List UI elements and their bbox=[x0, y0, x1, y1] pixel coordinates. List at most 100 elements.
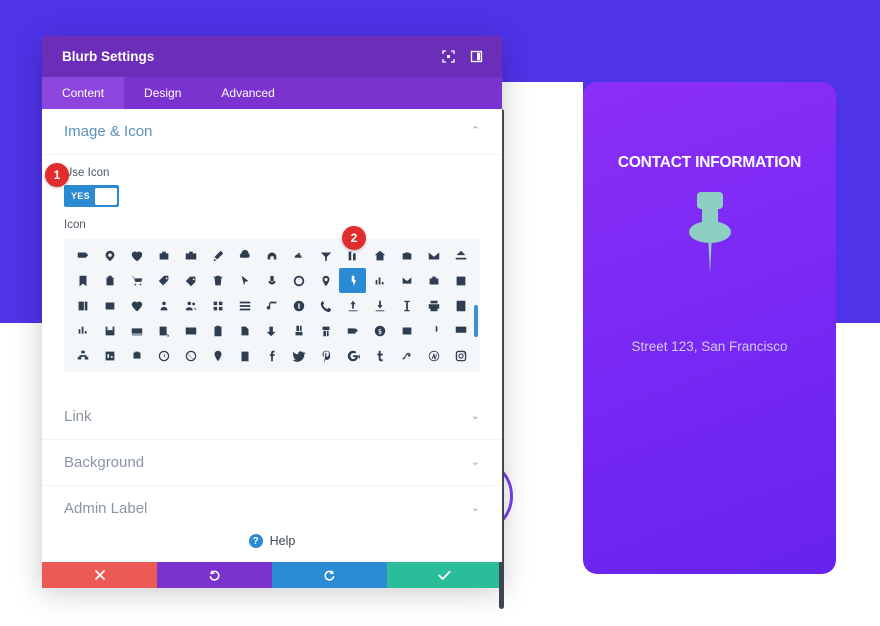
icon-option[interactable] bbox=[447, 343, 474, 368]
contact-card-title: CONTACT INFORMATION bbox=[617, 154, 802, 171]
icon-option[interactable] bbox=[259, 268, 286, 293]
icon-option[interactable] bbox=[70, 318, 97, 343]
tab-design[interactable]: Design bbox=[124, 77, 201, 109]
icon-option[interactable] bbox=[232, 343, 259, 368]
icon-option[interactable] bbox=[178, 318, 205, 343]
icon-option[interactable] bbox=[339, 318, 366, 343]
icon-option[interactable] bbox=[312, 343, 339, 368]
icon-option[interactable] bbox=[205, 243, 232, 268]
icon-option[interactable] bbox=[259, 343, 286, 368]
icon-option[interactable] bbox=[124, 343, 151, 368]
icon-option[interactable] bbox=[70, 343, 97, 368]
icon-option[interactable] bbox=[205, 343, 232, 368]
icon-option[interactable] bbox=[447, 318, 474, 343]
icon-option[interactable] bbox=[151, 243, 178, 268]
icon-option[interactable] bbox=[447, 293, 474, 318]
icon-option[interactable] bbox=[393, 243, 420, 268]
section-title: Image & Icon bbox=[64, 123, 153, 140]
icon-picker[interactable] bbox=[64, 239, 480, 372]
icon-option[interactable] bbox=[232, 318, 259, 343]
modal-header: Blurb Settings bbox=[42, 36, 502, 77]
icon-option[interactable] bbox=[178, 268, 205, 293]
icon-option[interactable] bbox=[366, 293, 393, 318]
icon-option[interactable] bbox=[312, 268, 339, 293]
icon-option[interactable] bbox=[420, 293, 447, 318]
icon-option[interactable] bbox=[124, 318, 151, 343]
cancel-button[interactable] bbox=[42, 562, 157, 588]
chevron-down-icon: ⌄ bbox=[470, 456, 480, 468]
layout-toggle-icon[interactable] bbox=[464, 45, 488, 69]
icon-option[interactable] bbox=[339, 343, 366, 368]
icon-option[interactable] bbox=[366, 343, 393, 368]
icon-option[interactable] bbox=[285, 318, 312, 343]
icon-option[interactable] bbox=[70, 243, 97, 268]
icon-option[interactable] bbox=[97, 268, 124, 293]
marker-2: 2 bbox=[342, 226, 366, 250]
icon-option-selected[interactable] bbox=[339, 268, 367, 293]
modal-body: Image & Icon ⌃ Use Icon YES Icon Link ⌄ … bbox=[42, 109, 502, 562]
icon-option[interactable] bbox=[447, 243, 474, 268]
icon-grid-scrollbar[interactable] bbox=[474, 305, 478, 337]
icon-option[interactable] bbox=[232, 293, 259, 318]
icon-option[interactable] bbox=[97, 293, 124, 318]
icon-option[interactable] bbox=[285, 293, 312, 318]
icon-option[interactable] bbox=[70, 293, 97, 318]
use-icon-toggle[interactable]: YES bbox=[64, 185, 119, 207]
icon-option[interactable] bbox=[366, 268, 393, 293]
icon-option[interactable] bbox=[312, 243, 339, 268]
icon-option[interactable] bbox=[124, 243, 151, 268]
icon-option[interactable] bbox=[97, 318, 124, 343]
fullscreen-icon[interactable] bbox=[436, 45, 460, 69]
icon-option[interactable] bbox=[205, 293, 232, 318]
icon-option[interactable] bbox=[151, 343, 178, 368]
icon-option[interactable] bbox=[420, 243, 447, 268]
icon-option[interactable] bbox=[393, 343, 420, 368]
icon-option[interactable] bbox=[232, 268, 259, 293]
icon-option[interactable] bbox=[259, 293, 286, 318]
icon-option[interactable] bbox=[124, 268, 151, 293]
icon-option[interactable] bbox=[124, 293, 151, 318]
toggle-knob bbox=[94, 187, 117, 205]
icon-option[interactable] bbox=[259, 318, 286, 343]
icon-option[interactable] bbox=[151, 268, 178, 293]
section-background[interactable]: Background ⌄ bbox=[42, 440, 502, 486]
redo-button[interactable] bbox=[272, 562, 387, 588]
icon-option[interactable] bbox=[151, 318, 178, 343]
icon-option[interactable] bbox=[393, 268, 420, 293]
icon-option[interactable] bbox=[393, 318, 420, 343]
icon-option[interactable] bbox=[420, 268, 447, 293]
icon-option[interactable] bbox=[447, 268, 474, 293]
map-pin-icon bbox=[583, 182, 836, 287]
icon-option[interactable] bbox=[178, 293, 205, 318]
modal-tabs: Content Design Advanced bbox=[42, 77, 502, 109]
icon-option[interactable] bbox=[205, 318, 232, 343]
icon-option[interactable] bbox=[151, 293, 178, 318]
modal-title: Blurb Settings bbox=[62, 49, 155, 64]
icon-option[interactable] bbox=[285, 268, 312, 293]
icon-option[interactable] bbox=[312, 293, 339, 318]
icon-option[interactable] bbox=[97, 343, 124, 368]
help-button[interactable]: ? Help bbox=[42, 520, 502, 562]
tab-content[interactable]: Content bbox=[42, 77, 125, 109]
icon-option[interactable] bbox=[312, 318, 339, 343]
undo-button[interactable] bbox=[157, 562, 272, 588]
icon-option[interactable] bbox=[339, 293, 366, 318]
icon-option[interactable] bbox=[259, 243, 286, 268]
icon-option[interactable] bbox=[178, 243, 205, 268]
icon-option[interactable] bbox=[366, 318, 393, 343]
icon-option[interactable] bbox=[97, 243, 124, 268]
icon-option[interactable] bbox=[420, 318, 447, 343]
save-button[interactable] bbox=[387, 562, 502, 588]
icon-option[interactable] bbox=[393, 293, 420, 318]
section-image-and-icon[interactable]: Image & Icon ⌃ bbox=[42, 109, 502, 155]
icon-option[interactable] bbox=[285, 343, 312, 368]
icon-option[interactable] bbox=[232, 243, 259, 268]
icon-option[interactable] bbox=[285, 243, 312, 268]
icon-option[interactable] bbox=[70, 268, 97, 293]
section-link[interactable]: Link ⌄ bbox=[42, 394, 502, 440]
icon-option[interactable] bbox=[178, 343, 205, 368]
tab-advanced[interactable]: Advanced bbox=[201, 77, 294, 109]
icon-option[interactable] bbox=[205, 268, 232, 293]
icon-option[interactable] bbox=[366, 243, 393, 268]
icon-option[interactable] bbox=[420, 343, 447, 368]
